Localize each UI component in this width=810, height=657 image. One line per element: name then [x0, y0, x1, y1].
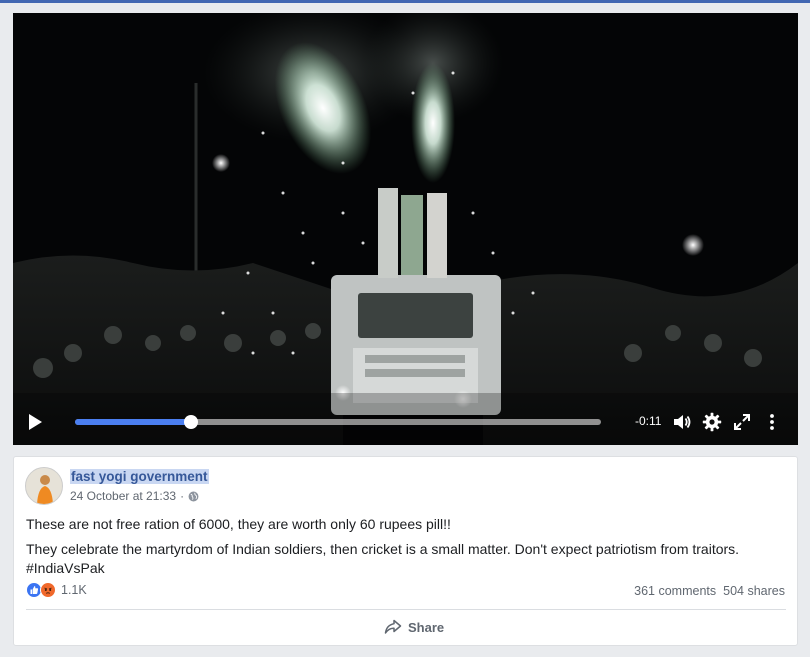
share-icon — [384, 619, 402, 634]
hashtag-link[interactable]: #IndiaVsPak — [26, 560, 105, 576]
shares-count-link[interactable]: 504 shares — [723, 584, 785, 598]
divider — [26, 609, 786, 610]
video-player[interactable]: -0:11 — [13, 13, 798, 445]
engagement-stats: 361 comments 504 shares — [634, 584, 785, 598]
volume-icon[interactable] — [672, 412, 692, 432]
expand-icon[interactable] — [732, 412, 752, 432]
video-progress-fill — [75, 419, 191, 425]
comments-count-link[interactable]: 361 comments — [634, 584, 716, 598]
post-meta: 24 October at 21:33 · — [70, 489, 199, 503]
more-vertical-icon[interactable] — [762, 412, 782, 432]
avatar[interactable] — [25, 467, 63, 505]
video-progress-bar[interactable] — [75, 415, 601, 429]
video-scrub-handle[interactable] — [183, 415, 198, 429]
post-text-line1: These are not free ration of 6000, they … — [26, 516, 451, 532]
post-body: These are not free ration of 6000, they … — [26, 515, 786, 578]
video-frame — [13, 13, 798, 445]
play-icon[interactable] — [27, 413, 43, 431]
gear-icon[interactable] — [702, 412, 722, 432]
share-button[interactable]: Share — [384, 619, 444, 635]
post-timestamp[interactable]: 24 October at 21:33 — [70, 489, 176, 503]
share-label: Share — [408, 619, 445, 635]
reaction-count: 1.1K — [61, 583, 87, 597]
globe-icon[interactable] — [188, 491, 199, 502]
avatar-image — [26, 468, 62, 504]
video-controls: -0:11 — [13, 399, 798, 445]
post-text-line2: They celebrate the martyrdom of Indian s… — [26, 541, 740, 557]
reactions-summary[interactable]: 1.1K — [26, 582, 87, 598]
meta-separator: · — [180, 489, 185, 503]
angry-icon — [40, 582, 56, 598]
post-author-link[interactable]: fast yogi government — [70, 469, 209, 484]
top-bar — [0, 0, 810, 3]
time-remaining: -0:11 — [635, 414, 662, 428]
post-card: fast yogi government 24 October at 21:33… — [13, 456, 798, 646]
